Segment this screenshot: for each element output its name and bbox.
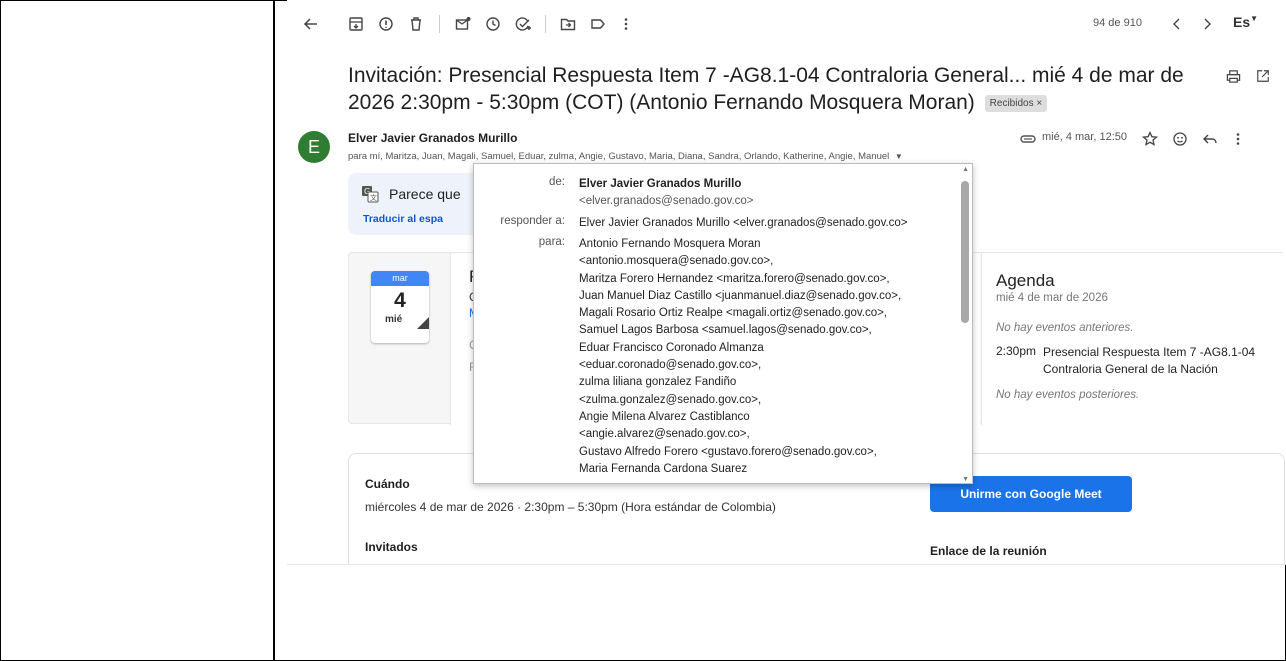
to-line: Eduar Francisco Coronado Almanza [579,341,764,354]
from-name: Elver Javier Granados Murillo [579,178,742,190]
to-label: para: [538,236,565,248]
delete-icon[interactable] [402,10,430,38]
caret-down-icon: ▼ [1250,14,1259,23]
input-tools-lang[interactable]: Es▼ [1233,14,1258,30]
left-panel [0,0,275,661]
translate-message: Parece que [389,186,461,202]
translate-icon: G文 [361,185,379,203]
mark-unread-icon[interactable] [449,10,477,38]
to-line: <zulma.gonzalez@senado.gov.co>, [579,393,762,406]
calendar-fold-icon [417,317,429,329]
to-line: Angie Milena Alvarez Castiblanco [579,410,750,423]
translate-link[interactable]: Traducir al espa [363,213,443,225]
reply-to-label: responder a: [500,215,565,227]
archive-icon[interactable] [342,10,370,38]
reply-to-value: Elver Javier Granados Murillo <elver.gra… [579,217,908,229]
calendar-day: 4 [394,289,406,312]
inbox-label-chip[interactable]: Recibidos × [984,94,1048,112]
pager-count: 94 de 910 [1093,17,1142,29]
when-value: miércoles 4 de mar de 2026 · 2:30pm – 5:… [365,500,776,514]
agenda-no-previous: No hay eventos anteriores. [996,322,1134,334]
to-line: zulma liliana gonzalez Fandiño [579,376,737,389]
show-details-caret-icon[interactable]: ▼ [895,152,903,161]
scroll-up-icon[interactable]: ▲ [962,166,969,173]
calendar-date-tile: mar 4 mié [371,271,429,343]
agenda-date: mié 4 de mar de 2026 [996,292,1108,304]
from-email: <elver.granados@senado.gov.co> [579,195,754,207]
move-to-icon[interactable] [554,10,582,38]
svg-text:文: 文 [370,193,377,202]
scrollbar-thumb[interactable] [961,181,969,323]
agenda-no-next: No hay eventos posteriores. [996,389,1140,401]
sender-name[interactable]: Elver Javier Granados Murillo [348,131,517,145]
add-task-icon[interactable] [509,10,537,38]
popup-scrollbar[interactable]: ▲ ▼ [958,164,972,483]
agenda-panel: Agenda mié 4 de mar de 2026 No hay event… [981,253,1286,425]
open-new-window-icon[interactable] [1253,66,1273,86]
to-line: <angie.alvarez@senado.gov.co>, [579,428,750,441]
to-line: Antonio Fernando Mosquera Moran [579,238,761,250]
message-more-icon[interactable] [1227,128,1249,150]
to-line: Samuel Lagos Barbosa <samuel.lagos@senad… [579,324,872,337]
report-spam-icon[interactable] [372,10,400,38]
to-line: Magali Rosario Ortiz Realpe <magali.orti… [579,307,888,320]
when-label: Cuándo [365,477,410,491]
snooze-icon[interactable] [479,10,507,38]
email-date: mié, 4 mar, 12:50 [1042,131,1127,143]
recipient-details-popup: de: Elver Javier Granados Murillo <elver… [473,163,973,484]
recipients-text: para mí, Maritza, Juan, Magali, Samuel, … [348,151,890,162]
subject-text: Invitación: Presencial Respuesta Item 7 … [348,64,1184,114]
to-list: Antonio Fernando Mosquera Moran <antonio… [579,236,959,478]
toolbar-divider [545,15,546,33]
to-line: <antonio.mosquera@senado.gov.co>, [579,255,774,268]
guests-label: Invitados [365,540,418,554]
calendar-month: mar [371,271,429,286]
next-chevron-icon[interactable] [1193,10,1221,38]
to-line: Gustavo Alfredo Forero <gustavo.forero@s… [579,445,877,458]
recipients-summary[interactable]: para mí, Maritza, Juan, Magali, Samuel, … [348,151,903,162]
to-line: Maria Fernanda Cardona Suarez [579,462,748,475]
reply-icon[interactable] [1199,128,1221,150]
agenda-title: Agenda [996,271,1055,290]
agenda-event-time: 2:30pm [996,344,1037,358]
calendar-weekday: mié [385,314,403,325]
scroll-down-icon[interactable]: ▼ [962,476,969,483]
more-vert-icon[interactable] [612,10,640,38]
label-icon[interactable] [584,10,612,38]
back-arrow-icon[interactable] [297,10,325,38]
sender-avatar[interactable]: E [298,131,330,163]
emoji-react-icon[interactable] [1169,128,1191,150]
email-toolbar: 94 de 910 Es▼ [287,10,1286,38]
print-icon[interactable] [1223,66,1243,86]
email-subject: Invitación: Presencial Respuesta Item 7 … [348,62,1188,116]
agenda-event-title[interactable]: Presencial Respuesta Item 7 -AG8.1-04 Co… [1043,344,1273,378]
to-line: Maritza Forero Hernandez <maritza.forero… [579,272,890,285]
from-label: de: [549,176,565,188]
meeting-link-label: Enlace de la reunión [930,544,1047,558]
attachment-icon [1020,131,1036,147]
star-icon[interactable] [1139,128,1161,150]
prev-chevron-icon[interactable] [1163,10,1191,38]
toolbar-divider [439,15,440,33]
to-line: <eduar.coronado@senado.gov.co>, [579,359,762,372]
to-line: Juan Manuel Diaz Castillo <juanmanuel.di… [579,289,902,302]
